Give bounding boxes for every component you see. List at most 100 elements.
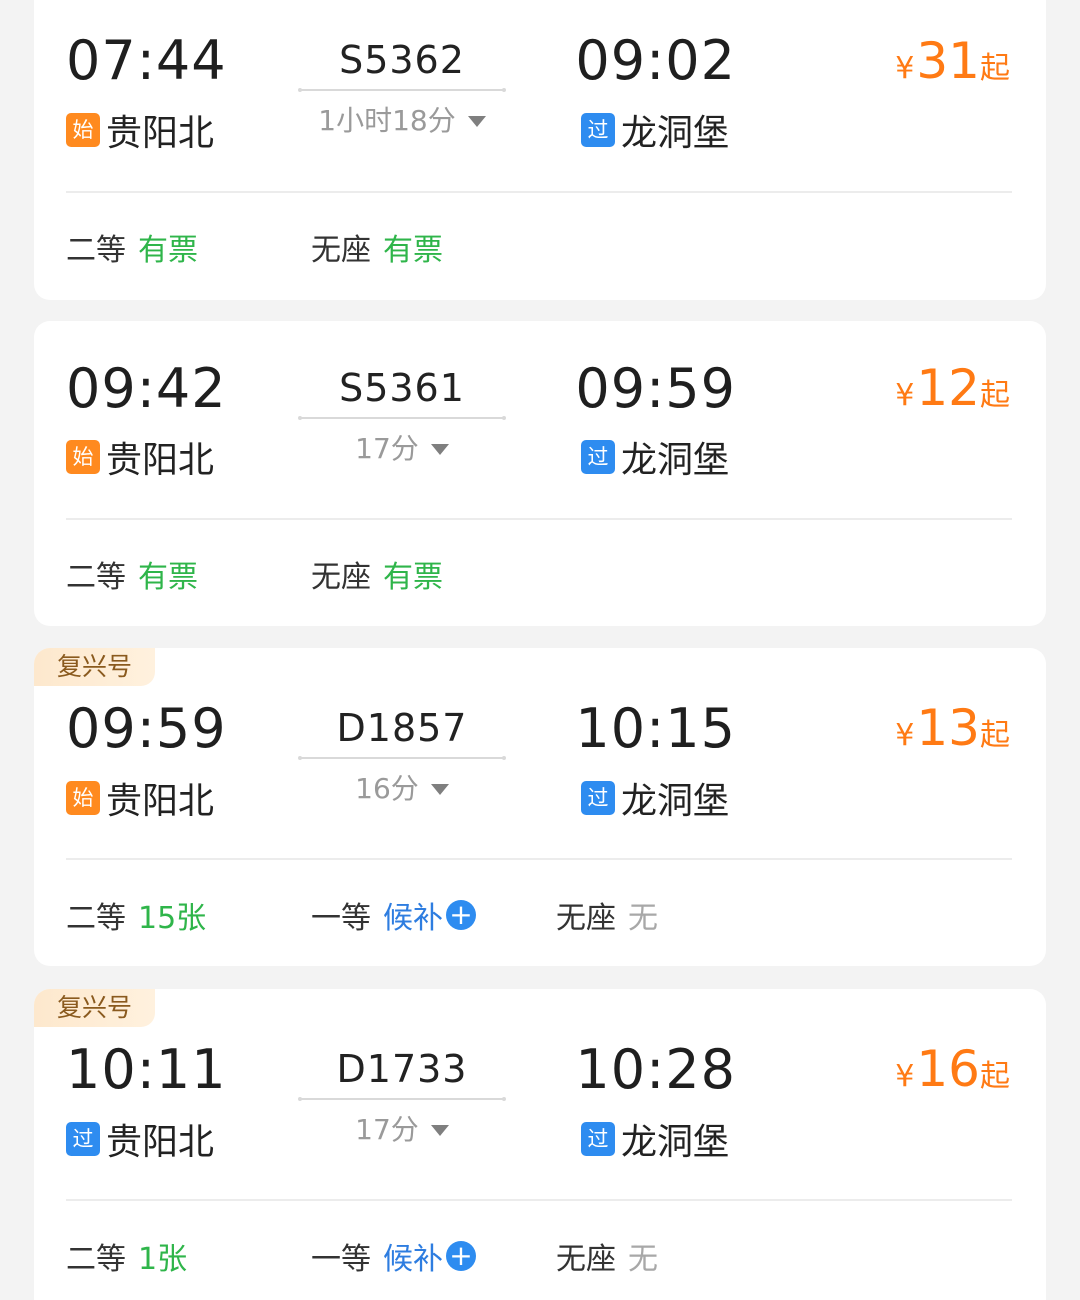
arrival-station: 过 龙洞堡	[581, 776, 729, 822]
train-card[interactable]: 07:44 始 贵阳北 S5362 1小时18分 09:02 过 龙洞堡 ¥ 3…	[34, 0, 1046, 300]
seat-label: 无座	[556, 1242, 616, 1277]
divider	[66, 858, 1012, 860]
seat-no-seat[interactable]: 无座 有票	[311, 225, 443, 269]
seat-second-class[interactable]: 二等 15张	[66, 893, 311, 937]
seat-status: 1张	[138, 1242, 188, 1277]
seat-label: 无座	[311, 233, 371, 268]
origin-badge: 始	[66, 781, 100, 815]
seat-label: 一等	[311, 901, 371, 936]
seat-status: 有票	[383, 233, 443, 268]
seat-first-class[interactable]: 一等 候补 +	[311, 1234, 556, 1278]
pass-badge: 过	[581, 440, 615, 474]
seat-status: 有票	[138, 560, 198, 595]
train-number: S5362	[339, 38, 465, 82]
train-card[interactable]: 复兴号 10:11 过 贵阳北 D1733 17分 10:28 过 龙洞堡 ¥ …	[34, 989, 1046, 1300]
departure-station-name: 贵阳北	[106, 1122, 215, 1163]
arrival-station: 过 龙洞堡	[581, 435, 729, 481]
arrival-station-name: 龙洞堡	[621, 440, 730, 481]
price: ¥ 31 起	[895, 32, 1010, 90]
origin-badge: 始	[66, 113, 100, 147]
seat-label: 二等	[66, 233, 126, 268]
price-value: 31	[916, 32, 980, 90]
departure-time: 07:44	[66, 29, 227, 92]
seat-status: 无	[628, 1242, 658, 1277]
seat-first-class[interactable]: 一等 候补 +	[311, 893, 556, 937]
departure-time: 10:11	[66, 1038, 227, 1101]
seat-availability: 二等 1张 一等 候补 + 无座 无	[66, 1234, 658, 1278]
seat-label: 无座	[556, 901, 616, 936]
divider	[66, 518, 1012, 520]
arrival-station-name: 龙洞堡	[621, 1122, 730, 1163]
arrival-time: 09:02	[575, 29, 736, 92]
duration-toggle[interactable]: 16分	[300, 769, 504, 809]
train-card[interactable]: 复兴号 09:59 始 贵阳北 D1857 16分 10:15 过 龙洞堡 ¥ …	[34, 648, 1046, 966]
seat-second-class[interactable]: 二等 1张	[66, 1234, 311, 1278]
pass-badge: 过	[581, 781, 615, 815]
price-symbol: ¥	[895, 51, 915, 86]
arrival-station: 过 龙洞堡	[581, 1117, 729, 1163]
caret-down-icon	[430, 1124, 449, 1136]
train-number: D1733	[336, 1047, 468, 1091]
duration: 17分	[355, 1113, 419, 1146]
train-info: D1733 17分	[298, 1044, 506, 1150]
train-card[interactable]: 09:42 始 贵阳北 S5361 17分 09:59 过 龙洞堡 ¥ 12 起…	[34, 321, 1046, 626]
seat-second-class[interactable]: 二等 有票	[66, 225, 311, 269]
duration-toggle[interactable]: 17分	[300, 1110, 504, 1150]
arrival-station-name: 龙洞堡	[621, 781, 730, 822]
seat-status: 15张	[138, 901, 207, 936]
duration: 17分	[355, 432, 419, 465]
seat-second-class[interactable]: 二等 有票	[66, 552, 311, 596]
route-line	[298, 1097, 506, 1101]
seat-availability: 二等 15张 一等 候补 + 无座 无	[66, 893, 658, 937]
caret-down-icon	[430, 443, 449, 455]
train-info: S5361 17分	[298, 363, 506, 469]
route-line	[298, 756, 506, 760]
pass-badge: 过	[581, 1122, 615, 1156]
duration: 1小时18分	[318, 104, 456, 137]
price-symbol: ¥	[895, 718, 915, 753]
route-line	[298, 416, 506, 420]
price-suffix: 起	[980, 718, 1010, 753]
route-line	[298, 88, 506, 92]
departure-station-name: 贵阳北	[106, 113, 215, 154]
seat-no-seat[interactable]: 无座 无	[556, 893, 658, 937]
price-suffix: 起	[980, 378, 1010, 413]
fuxing-tag: 复兴号	[34, 648, 155, 686]
train-number: S5361	[339, 366, 465, 410]
plus-circle-icon[interactable]: +	[446, 900, 476, 930]
seat-status: 有票	[383, 560, 443, 595]
departure-station: 过 贵阳北	[66, 1117, 214, 1163]
arrival-time: 10:15	[575, 697, 736, 760]
departure-station-name: 贵阳北	[106, 781, 215, 822]
seat-no-seat[interactable]: 无座 无	[556, 1234, 658, 1278]
price-value: 13	[916, 699, 980, 757]
train-number: D1857	[336, 706, 468, 750]
price-suffix: 起	[980, 1059, 1010, 1094]
seat-availability: 二等 有票 无座 有票	[66, 225, 443, 269]
seat-label: 二等	[66, 560, 126, 595]
seat-label: 二等	[66, 901, 126, 936]
fuxing-tag: 复兴号	[34, 989, 155, 1027]
departure-time: 09:59	[66, 697, 227, 760]
arrival-time: 09:59	[575, 357, 736, 420]
divider	[66, 1199, 1012, 1201]
duration-toggle[interactable]: 17分	[300, 429, 504, 469]
divider	[66, 191, 1012, 193]
seat-label: 二等	[66, 1242, 126, 1277]
seat-label: 无座	[311, 560, 371, 595]
departure-station-name: 贵阳北	[106, 440, 215, 481]
pass-badge: 过	[581, 113, 615, 147]
price-value: 12	[916, 359, 980, 417]
departure-station: 始 贵阳北	[66, 435, 214, 481]
duration-toggle[interactable]: 1小时18分	[300, 101, 504, 141]
train-info: D1857 16分	[298, 703, 506, 809]
price-value: 16	[916, 1040, 980, 1098]
seat-no-seat[interactable]: 无座 有票	[311, 552, 443, 596]
price-symbol: ¥	[895, 378, 915, 413]
origin-badge: 始	[66, 440, 100, 474]
arrival-station-name: 龙洞堡	[621, 113, 730, 154]
seat-status: 候补	[383, 1242, 443, 1277]
seat-status: 候补	[383, 901, 443, 936]
plus-circle-icon[interactable]: +	[446, 1241, 476, 1271]
seat-availability: 二等 有票 无座 有票	[66, 552, 443, 596]
